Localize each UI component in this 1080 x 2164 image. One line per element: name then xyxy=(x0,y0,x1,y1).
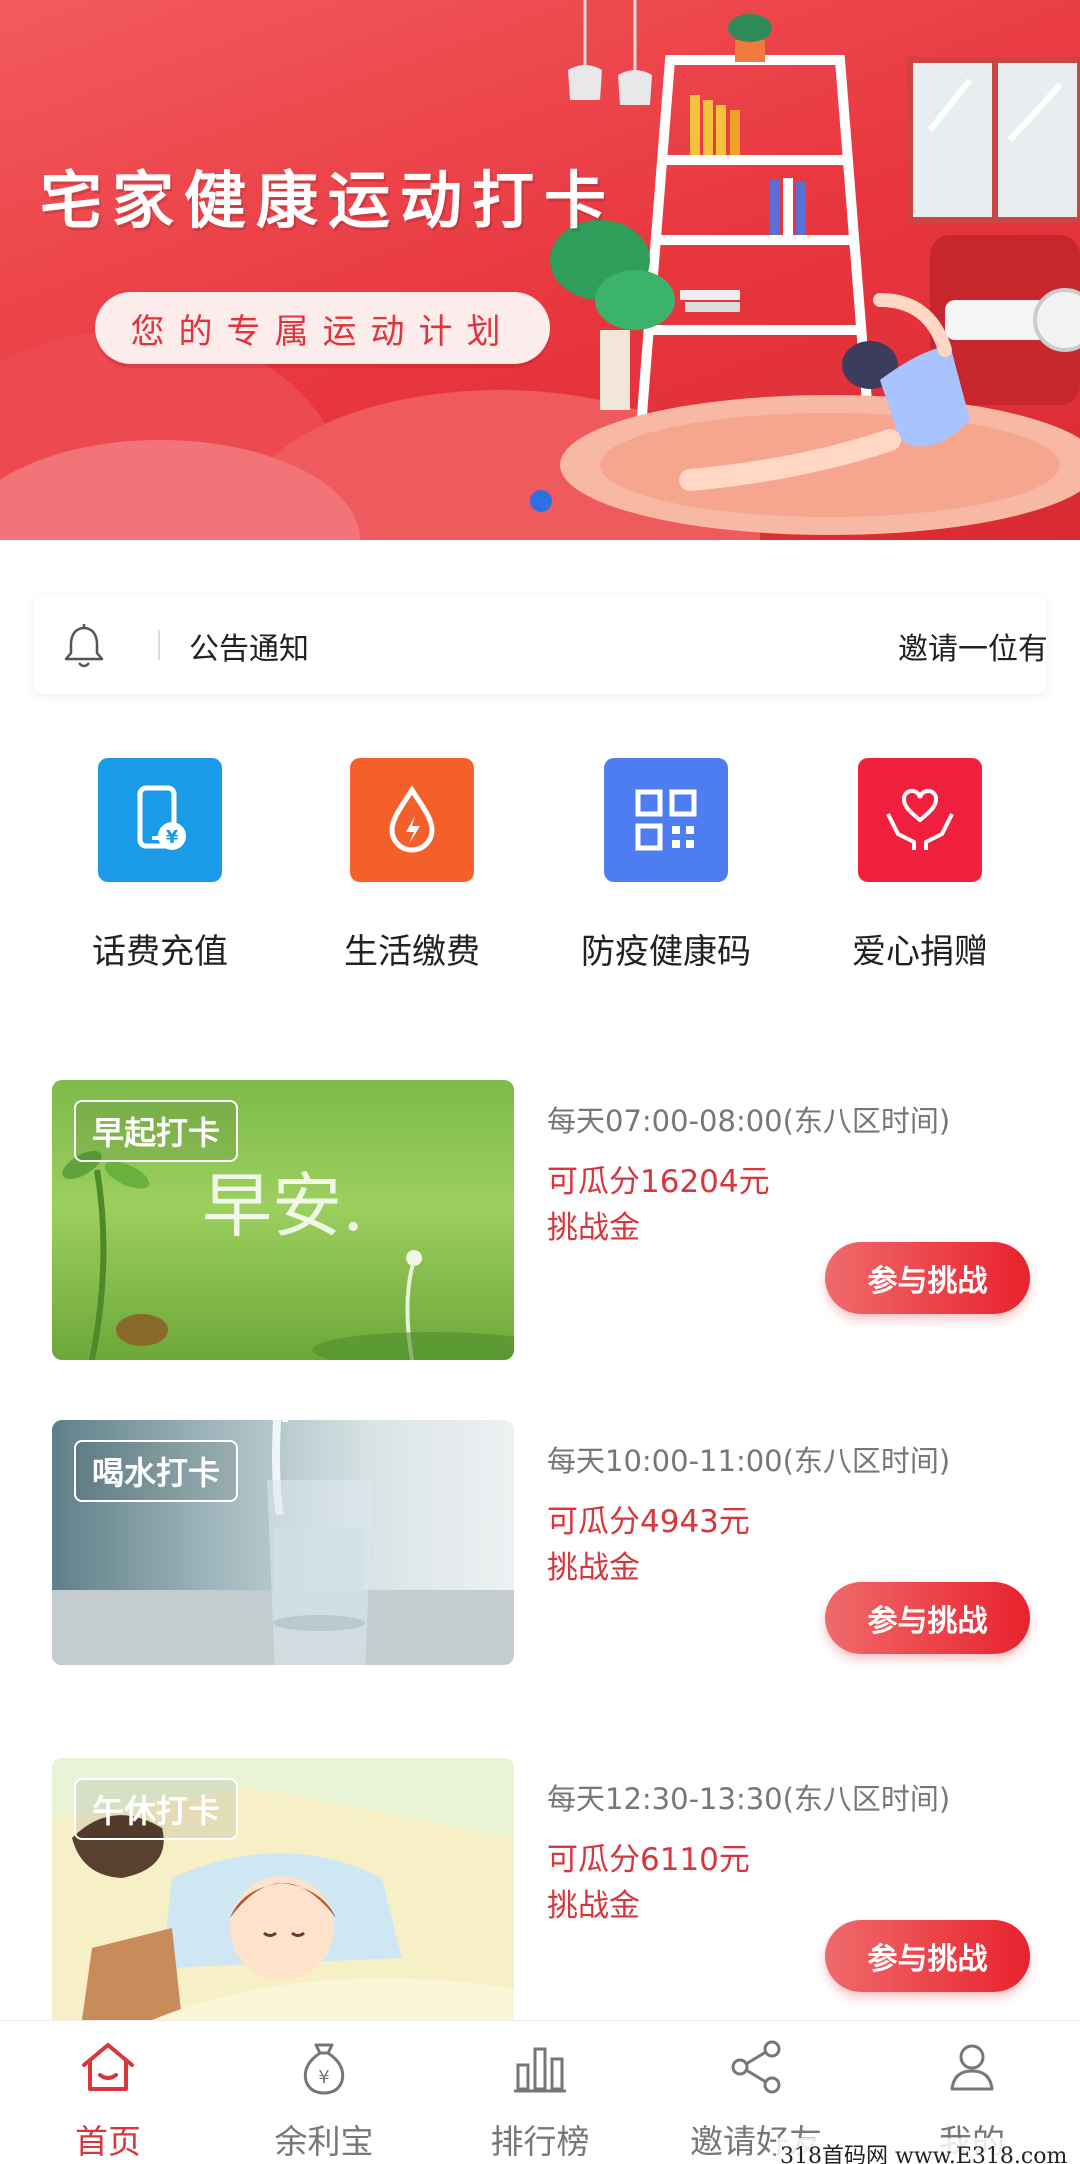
home-icon xyxy=(82,2043,134,2091)
tab-yulibao[interactable]: ¥ 余利宝 xyxy=(216,2035,432,2163)
challenge-prize-suffix: 挑战金 xyxy=(547,1210,640,1246)
notice-marquee-text[interactable]: 邀请一位有效 xyxy=(898,624,1046,668)
notice-bar[interactable]: 公告通知 邀请一位有效 xyxy=(34,596,1046,694)
service-phone-recharge[interactable]: ¥ 话费充值 xyxy=(40,758,280,973)
svg-text:¥: ¥ xyxy=(318,2067,329,2088)
challenge-tag: 午休打卡 xyxy=(74,1778,239,1840)
service-grid: ¥ 话费充值 生活缴费 防疫健康码 爱心捐赠 xyxy=(0,758,1080,978)
morning-greeting-text: 早安. xyxy=(202,1165,365,1247)
challenge-image-drink-water: 喝水打卡 xyxy=(52,1420,514,1665)
challenge-time: 每天12:30-13:30(东八区时间) xyxy=(547,1782,951,1816)
challenge-card-early-rise[interactable]: 早安. 早起打卡 每天07:00-08:00(东八区时间) 可瓜分16204元 … xyxy=(52,1080,1042,1360)
promo-banner[interactable]: 宅家健康运动打卡 您的专属运动计划 xyxy=(0,0,1080,540)
notice-divider xyxy=(158,630,160,660)
challenge-prize-suffix: 挑战金 xyxy=(547,1888,640,1924)
challenge-image-early-rise: 早安. 早起打卡 xyxy=(52,1080,514,1360)
user-icon xyxy=(950,2044,994,2091)
site-watermark: 318首码网 www.E318.com xyxy=(776,2138,1072,2164)
tab-label: 余利宝 xyxy=(274,2122,374,2161)
carousel-indicator-dot[interactable] xyxy=(530,490,552,512)
tab-home[interactable]: 首页 xyxy=(0,2035,216,2163)
challenge-tag: 早起打卡 xyxy=(74,1100,239,1162)
challenge-prize-suffix: 挑战金 xyxy=(547,1550,640,1586)
challenge-time: 每天10:00-11:00(东八区时间) xyxy=(547,1444,951,1478)
money-bag-icon: ¥ xyxy=(303,2043,345,2095)
tab-ranking[interactable]: 排行榜 xyxy=(432,2035,648,2163)
challenge-time: 每天07:00-08:00(东八区时间) xyxy=(547,1104,951,1138)
svg-text:¥: ¥ xyxy=(166,827,179,848)
bar-chart-icon xyxy=(514,2047,566,2093)
join-challenge-button[interactable]: 参与挑战 xyxy=(825,1582,1030,1654)
service-label: 防疫健康码 xyxy=(581,932,751,972)
challenge-prize: 可瓜分16204元 xyxy=(547,1164,770,1200)
challenge-tag: 喝水打卡 xyxy=(74,1440,239,1502)
tab-label: 首页 xyxy=(75,2122,141,2161)
banner-subtitle-pill: 您的专属运动计划 xyxy=(95,292,550,364)
challenge-card-nap[interactable]: 午休打卡 每天12:30-13:30(东八区时间) 可瓜分6110元 挑战金 参… xyxy=(52,1758,1042,2020)
challenge-card-drink-water[interactable]: 喝水打卡 每天10:00-11:00(东八区时间) 可瓜分4943元 挑战金 参… xyxy=(52,1420,1042,1665)
water-drop-icon xyxy=(350,758,474,882)
service-health-code[interactable]: 防疫健康码 xyxy=(546,758,786,973)
bell-icon xyxy=(64,624,104,668)
yoga-illustration xyxy=(550,0,1080,535)
challenge-prize: 可瓜分6110元 xyxy=(547,1842,750,1878)
challenge-image-nap: 午休打卡 xyxy=(52,1758,514,2020)
service-charity-donation[interactable]: 爱心捐赠 xyxy=(800,758,1040,973)
qr-code-icon xyxy=(604,758,728,882)
phone-recharge-icon: ¥ xyxy=(98,758,222,882)
service-utility-payment[interactable]: 生活缴费 xyxy=(292,758,532,973)
service-label: 生活缴费 xyxy=(344,932,480,972)
banner-title: 宅家健康运动打卡 xyxy=(40,164,617,237)
notice-label: 公告通知 xyxy=(189,632,309,667)
challenge-prize: 可瓜分4943元 xyxy=(547,1504,750,1540)
share-icon xyxy=(731,2040,781,2094)
join-challenge-button[interactable]: 参与挑战 xyxy=(825,1920,1030,1992)
tab-label: 排行榜 xyxy=(490,2122,590,2161)
heart-hands-icon xyxy=(858,758,982,882)
service-label: 爱心捐赠 xyxy=(852,932,988,972)
service-label: 话费充值 xyxy=(92,932,228,972)
join-challenge-button[interactable]: 参与挑战 xyxy=(825,1242,1030,1314)
